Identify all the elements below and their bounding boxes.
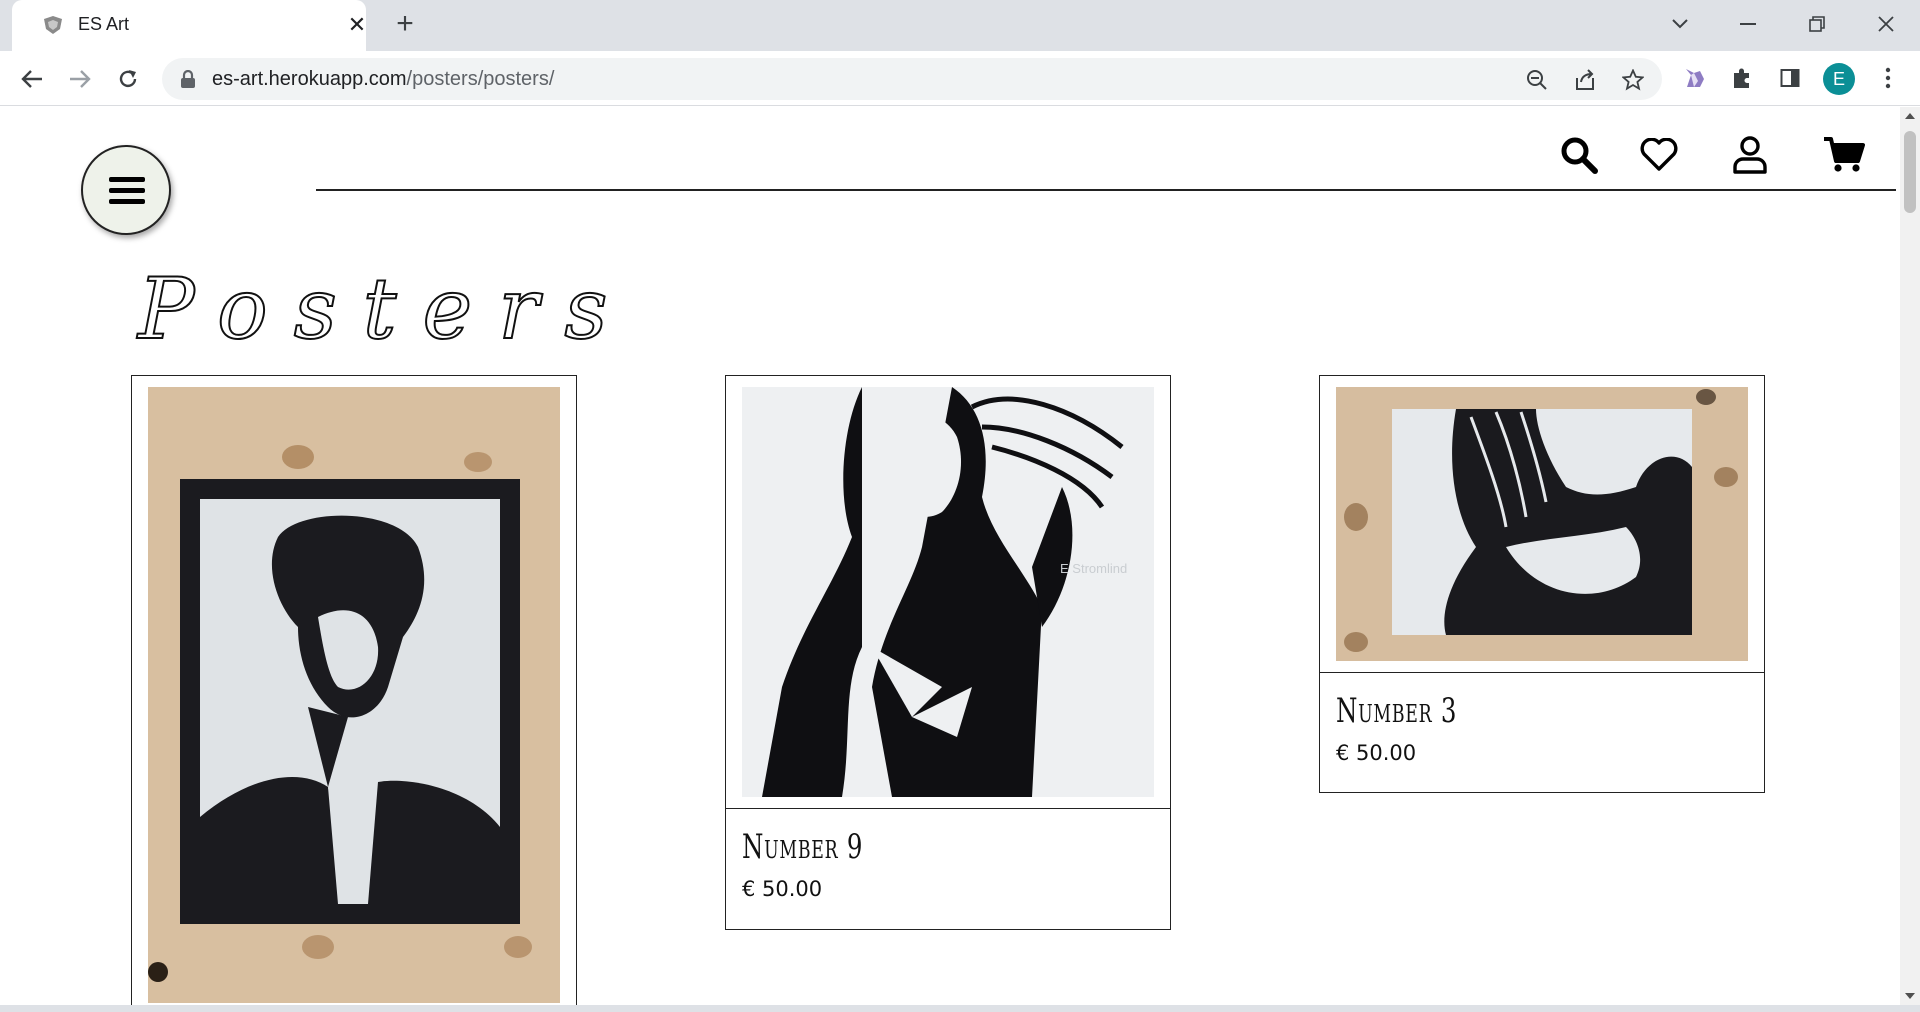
scroll-down-arrow-icon[interactable] [1905, 993, 1915, 999]
minimize-button[interactable] [1728, 6, 1768, 42]
menu-bar [109, 177, 145, 182]
product-image[interactable]: E Stromlind [742, 387, 1154, 797]
back-icon[interactable] [16, 63, 48, 95]
header-divider [316, 189, 1896, 191]
forward-icon[interactable] [64, 63, 96, 95]
account-user-icon[interactable] [1728, 133, 1772, 177]
menu-bar [109, 188, 145, 193]
scroll-thumb[interactable] [1904, 131, 1916, 213]
web-page: Posters E Stromlind Number 9 € 50.00 Num… [0, 107, 1900, 1005]
url-text[interactable]: es-art.herokuapp.com/posters/posters/ [212, 68, 554, 91]
close-tab-icon[interactable]: ✕ [344, 12, 370, 38]
menu-bar [109, 199, 145, 204]
tab-search-icon[interactable] [1660, 6, 1700, 42]
tab-strip: ES Art ✕ + [0, 0, 1920, 51]
product-image[interactable] [1336, 387, 1748, 661]
page-title: Posters [137, 259, 634, 359]
zoom-out-icon[interactable] [1524, 67, 1550, 93]
browser-toolbar: es-art.herokuapp.com/posters/posters/ E [0, 51, 1920, 106]
product-info: Number 9 € 50.00 [726, 808, 1170, 930]
window-bottom-edge [0, 1005, 1920, 1012]
site-favicon-icon [44, 16, 62, 34]
profile-avatar[interactable]: E [1823, 63, 1855, 95]
product-price: € 50.00 [742, 877, 823, 901]
browser-tab[interactable]: ES Art ✕ [12, 0, 366, 51]
product-card[interactable] [131, 375, 577, 1005]
page-scrollbar[interactable] [1900, 107, 1920, 1005]
extensions-puzzle-icon[interactable] [1727, 63, 1757, 93]
search-icon[interactable] [1557, 133, 1601, 177]
close-window-button[interactable] [1866, 6, 1906, 42]
unicorn-extension-icon[interactable] [1680, 63, 1710, 93]
product-info: Number 3 € 50.00 [1320, 672, 1764, 793]
product-price: € 50.00 [1336, 741, 1417, 765]
tab-title: ES Art [78, 14, 130, 34]
wishlist-heart-icon[interactable] [1637, 133, 1681, 177]
new-tab-button[interactable]: + [390, 9, 420, 40]
reload-icon[interactable] [112, 63, 144, 95]
address-bar[interactable]: es-art.herokuapp.com/posters/posters/ [162, 58, 1662, 100]
scroll-up-arrow-icon[interactable] [1905, 113, 1915, 119]
bookmark-star-icon[interactable] [1620, 67, 1646, 93]
side-panel-icon[interactable] [1775, 63, 1805, 93]
more-options-icon[interactable] [1873, 63, 1903, 93]
product-card[interactable]: E Stromlind Number 9 € 50.00 [725, 375, 1171, 930]
product-name[interactable]: Number 9 [742, 827, 863, 867]
product-name[interactable]: Number 3 [1336, 691, 1457, 731]
url-domain: es-art.herokuapp.com [212, 68, 407, 90]
product-image[interactable] [148, 387, 560, 1003]
lock-icon[interactable] [180, 70, 196, 88]
product-card[interactable]: Number 3 € 50.00 [1319, 375, 1765, 793]
hamburger-menu-button[interactable] [81, 145, 171, 235]
image-watermark: E Stromlind [1060, 561, 1128, 576]
restore-button[interactable] [1797, 6, 1837, 42]
share-icon[interactable] [1572, 67, 1598, 93]
shopping-cart-icon[interactable] [1822, 133, 1866, 177]
url-path: /posters/posters/ [406, 68, 555, 90]
